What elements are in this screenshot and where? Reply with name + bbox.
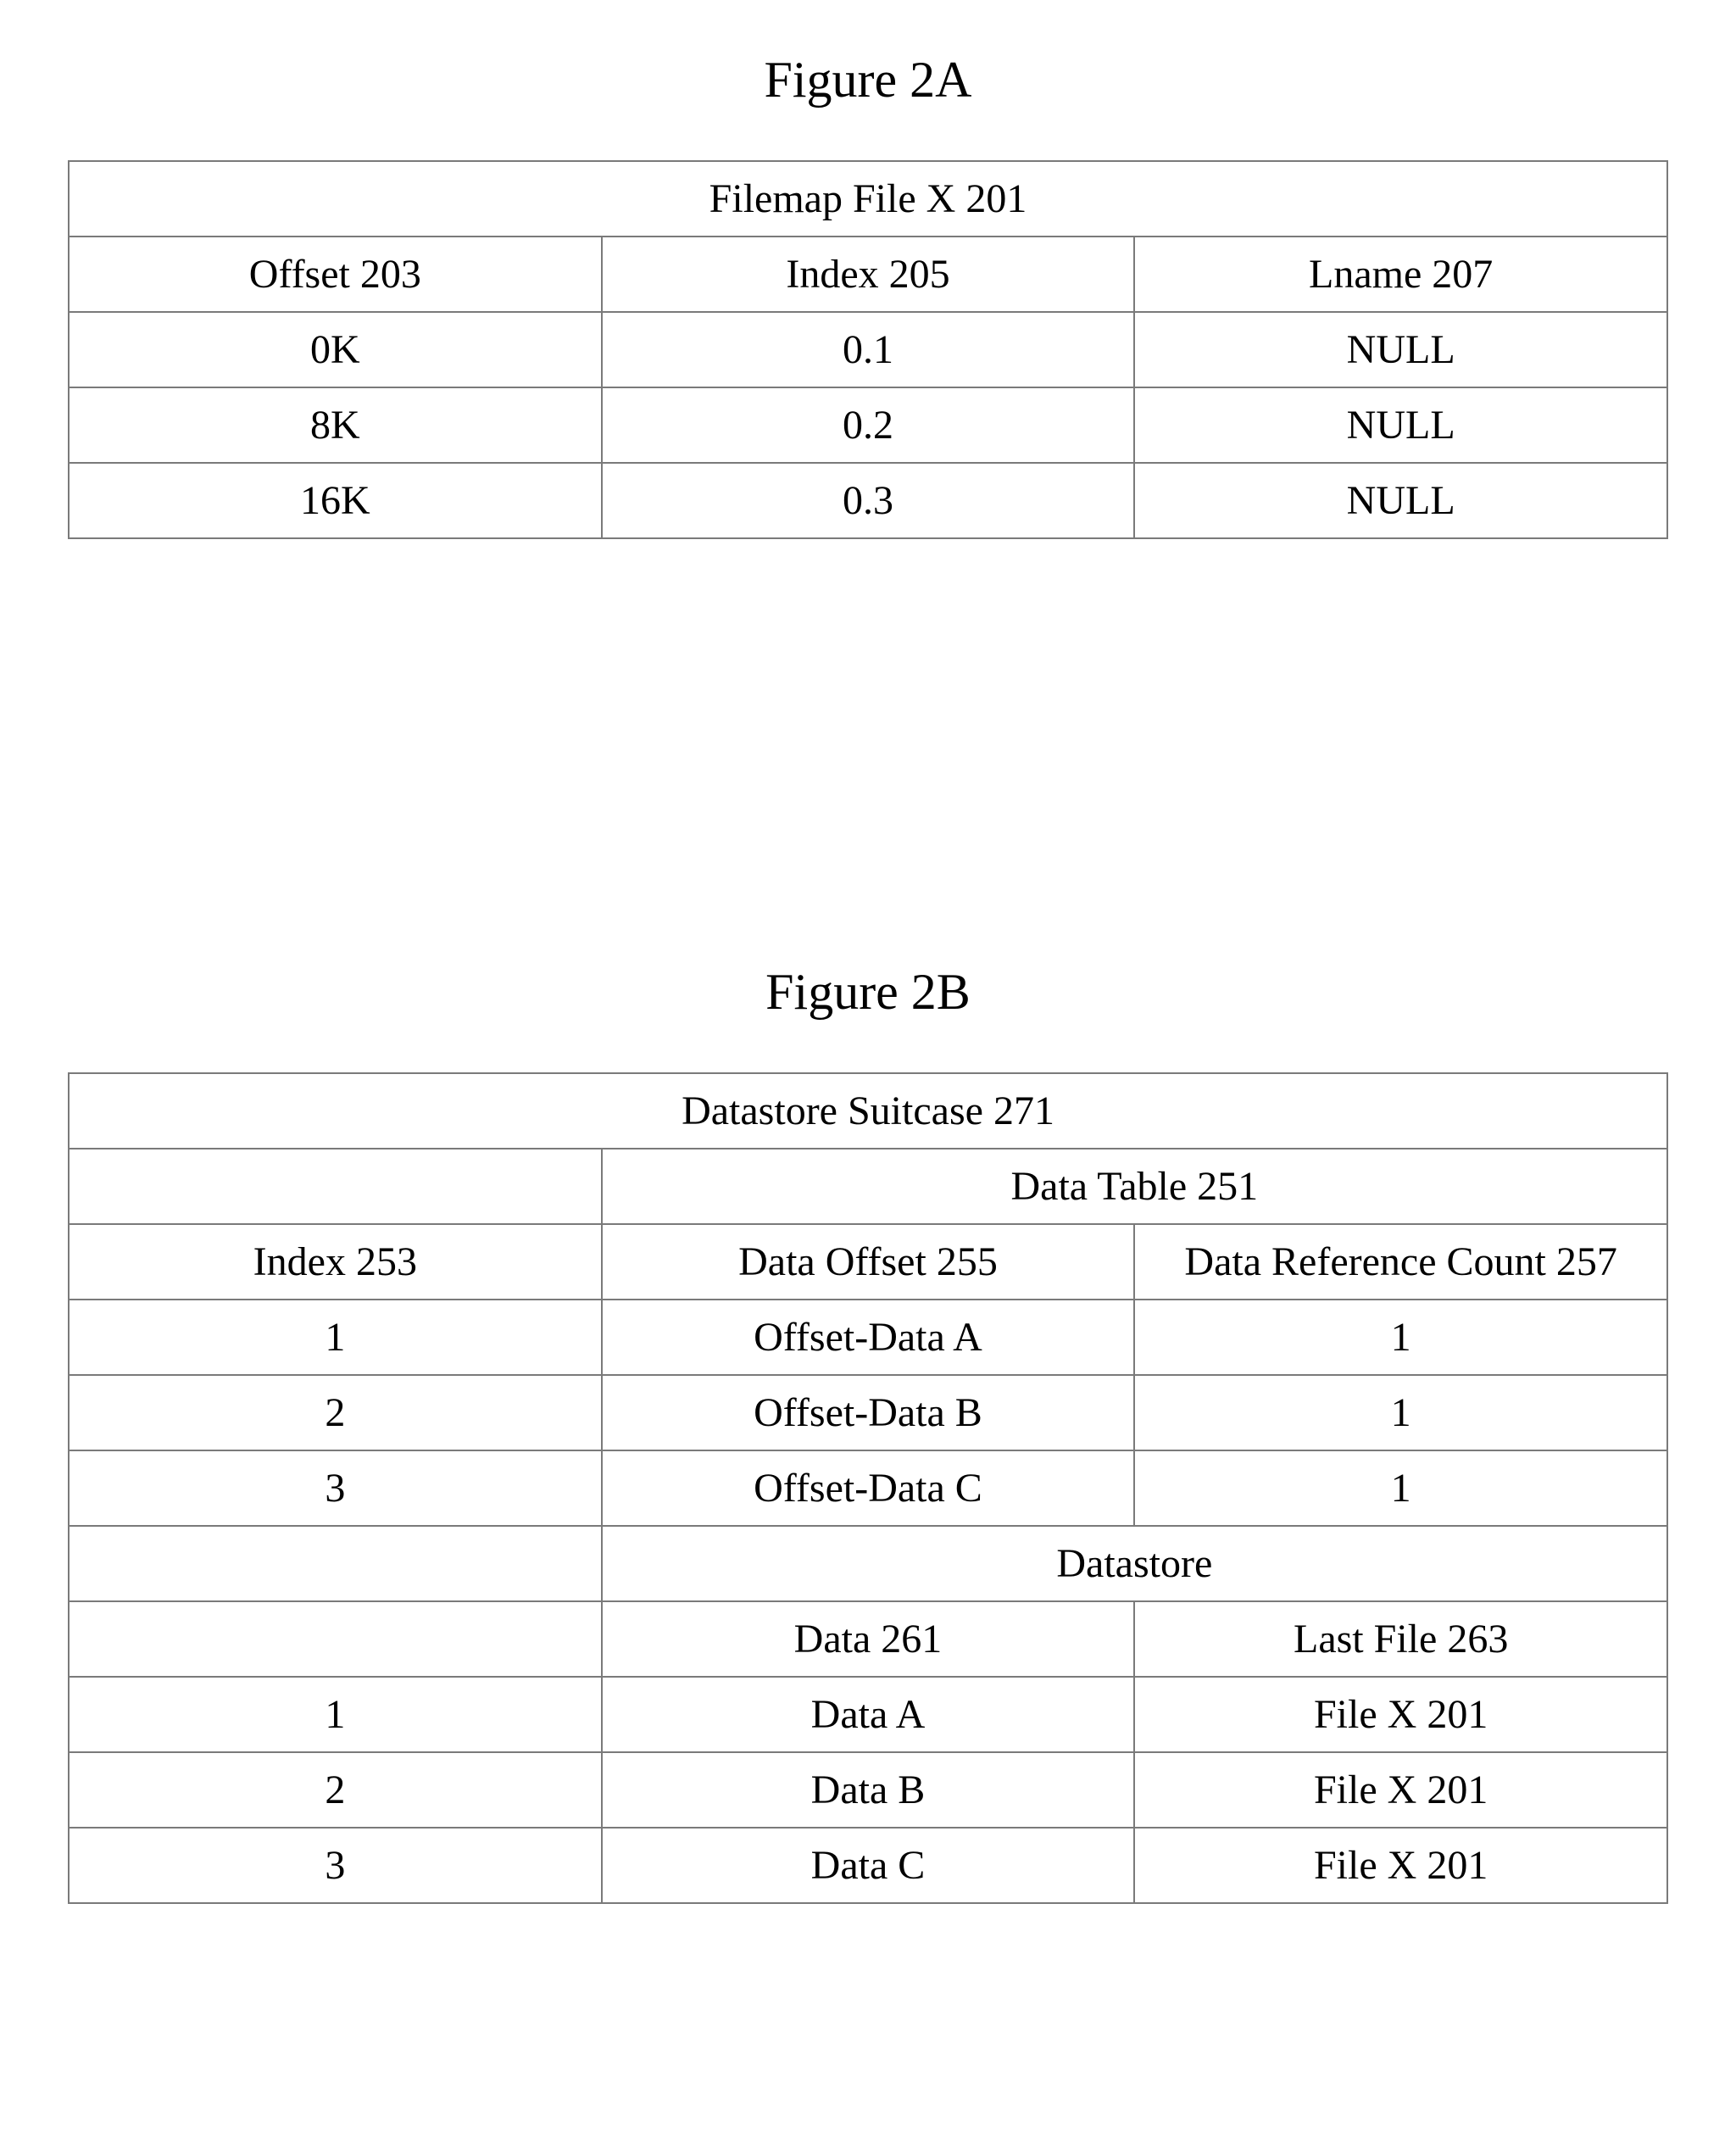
table-row: 16K 0.3 NULL — [69, 463, 1667, 538]
cell-index: 2 — [69, 1375, 602, 1450]
table-row: 0K 0.1 NULL — [69, 312, 1667, 387]
cell-index: 3 — [69, 1450, 602, 1526]
table-row: 8K 0.2 NULL — [69, 387, 1667, 463]
cell-index: 0.3 — [602, 463, 1135, 538]
header-data-ref-count: Data Reference Count 257 — [1134, 1224, 1667, 1300]
cell-last-file: File X 201 — [1134, 1752, 1667, 1828]
empty-header — [69, 1601, 602, 1677]
table-row: 1 Data A File X 201 — [69, 1677, 1667, 1752]
empty-cell — [69, 1526, 602, 1601]
table-row: 1 Offset-Data A 1 — [69, 1300, 1667, 1375]
cell-lname: NULL — [1134, 312, 1667, 387]
filemap-caption: Filemap File X 201 — [69, 161, 1667, 237]
cell-last-file: File X 201 — [1134, 1828, 1667, 1903]
cell-data-ref-count: 1 — [1134, 1375, 1667, 1450]
table-row: 3 Offset-Data C 1 — [69, 1450, 1667, 1526]
filemap-header-index: Index 205 — [602, 237, 1135, 312]
cell-offset: 16K — [69, 463, 602, 538]
cell-index: 1 — [69, 1677, 602, 1752]
header-data: Data 261 — [602, 1601, 1135, 1677]
cell-data: Data C — [602, 1828, 1135, 1903]
cell-data-ref-count: 1 — [1134, 1450, 1667, 1526]
data-table-subcaption: Data Table 251 — [602, 1149, 1667, 1224]
cell-data: Data B — [602, 1752, 1135, 1828]
header-data-offset: Data Offset 255 — [602, 1224, 1135, 1300]
cell-data-ref-count: 1 — [1134, 1300, 1667, 1375]
table-row: 3 Data C File X 201 — [69, 1828, 1667, 1903]
datastore-table: Datastore Suitcase 271 Data Table 251 In… — [68, 1072, 1668, 1904]
cell-last-file: File X 201 — [1134, 1677, 1667, 1752]
cell-data-offset: Offset-Data C — [602, 1450, 1135, 1526]
cell-data-offset: Offset-Data B — [602, 1375, 1135, 1450]
header-index: Index 253 — [69, 1224, 602, 1300]
cell-index: 1 — [69, 1300, 602, 1375]
datastore-subcaption: Datastore — [602, 1526, 1667, 1601]
figure-b-title: Figure 2B — [68, 963, 1668, 1021]
cell-offset: 0K — [69, 312, 602, 387]
cell-data: Data A — [602, 1677, 1135, 1752]
cell-lname: NULL — [1134, 387, 1667, 463]
table-row: 2 Offset-Data B 1 — [69, 1375, 1667, 1450]
cell-offset: 8K — [69, 387, 602, 463]
filemap-header-lname: Lname 207 — [1134, 237, 1667, 312]
cell-index: 0.1 — [602, 312, 1135, 387]
cell-index: 3 — [69, 1828, 602, 1903]
cell-lname: NULL — [1134, 463, 1667, 538]
datastore-caption: Datastore Suitcase 271 — [69, 1073, 1667, 1149]
cell-index: 2 — [69, 1752, 602, 1828]
cell-index: 0.2 — [602, 387, 1135, 463]
header-last-file: Last File 263 — [1134, 1601, 1667, 1677]
cell-data-offset: Offset-Data A — [602, 1300, 1135, 1375]
figure-a-title: Figure 2A — [68, 51, 1668, 109]
filemap-header-offset: Offset 203 — [69, 237, 602, 312]
empty-cell — [69, 1149, 602, 1224]
filemap-table: Filemap File X 201 Offset 203 Index 205 … — [68, 160, 1668, 539]
table-row: 2 Data B File X 201 — [69, 1752, 1667, 1828]
